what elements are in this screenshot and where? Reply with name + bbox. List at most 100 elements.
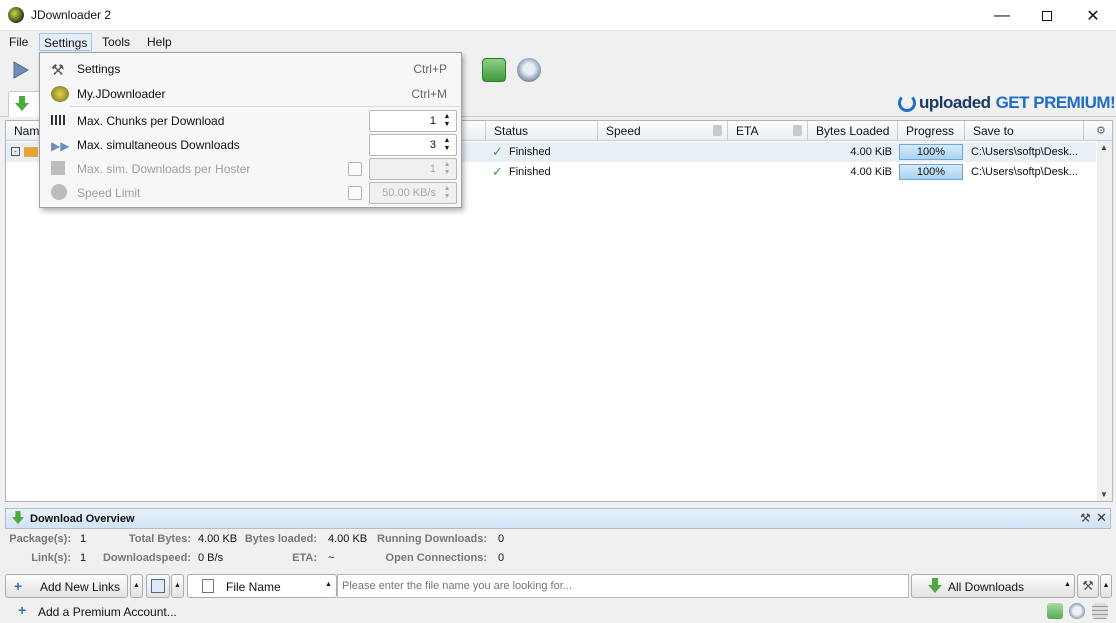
speed-limit-checkbox[interactable] [348, 186, 362, 200]
stepper-arrows-icon[interactable]: ▲ ▼ [441, 161, 453, 177]
col-speed[interactable]: Speed [598, 121, 728, 141]
maximize-button[interactable] [1024, 0, 1070, 31]
update-icon[interactable] [517, 58, 541, 82]
add-links-options-arrow[interactable]: ▲ [130, 574, 143, 598]
speed-limit-value: 50.00 KB/s [382, 187, 436, 199]
finished-check-icon: ✓ [492, 144, 503, 159]
speed-limit-icon [51, 184, 67, 200]
chunks-label: Max. Chunks per Download [77, 114, 225, 128]
uploaded-logo-icon [898, 94, 916, 112]
menu-settings[interactable]: Settings [39, 33, 93, 51]
column-settings-gear-icon[interactable]: ⚙ [1096, 124, 1106, 137]
minimize-button[interactable]: — [979, 0, 1025, 31]
stepper-arrows-icon[interactable]: ▲ ▼ [441, 113, 453, 129]
menu-item-myjdownloader[interactable]: My.JDownloader Ctrl+M [40, 82, 461, 106]
lock-icon [713, 125, 722, 136]
myjdownloader-icon [51, 86, 69, 102]
plus-icon: + [14, 578, 23, 594]
search-field-select[interactable]: File Name ▲ [187, 574, 337, 598]
open-connections-value: 0 [498, 552, 505, 564]
running-downloads-label: Running Downloads: [377, 533, 487, 545]
speed-limit-label: Speed Limit [77, 186, 141, 200]
wrench-icon[interactable]: ⚒ [1080, 511, 1091, 525]
tools-icon: ⚒ [51, 62, 65, 79]
finished-check-icon: ✓ [492, 164, 503, 179]
row-bytes: 4.00 KiB [850, 146, 892, 158]
update-status-icon[interactable] [1069, 603, 1085, 619]
status-bar: + Add a Premium Account... [0, 600, 1116, 623]
hoster-stepper[interactable]: 1 ▲ ▼ [369, 158, 457, 180]
all-downloads-select[interactable]: All Downloads ▲ [911, 574, 1075, 598]
settings-dropdown: ⚒ Settings Ctrl+P My.JDownloader Ctrl+M … [39, 52, 462, 208]
menu-item-max-per-hoster[interactable]: Max. sim. Downloads per Hoster 1 ▲ ▼ [40, 157, 461, 181]
menu-file[interactable]: File [5, 33, 32, 51]
download-arrow-icon [12, 511, 24, 525]
stepper-arrows-icon[interactable]: ▲ ▼ [441, 137, 453, 153]
hoster-limit-checkbox[interactable] [348, 162, 362, 176]
overview-body: Package(s): 1 Total Bytes: 4.00 KB Bytes… [5, 529, 1111, 569]
max-chunks-stepper[interactable]: 1 ▲ ▼ [369, 110, 457, 132]
menu-separator [70, 106, 460, 107]
table-scrollbar[interactable]: ▲ ▼ [1097, 141, 1112, 501]
row-bytes: 4.00 KiB [850, 166, 892, 178]
scroll-down-icon[interactable]: ▼ [1100, 490, 1108, 499]
packages-label: Package(s): [9, 533, 71, 545]
menu-item-sim-downloads[interactable]: ▶▶ Max. simultaneous Downloads 3 ▲ ▼ [40, 133, 461, 157]
list-icon [151, 579, 165, 593]
myjd-label: My.JDownloader [77, 87, 166, 101]
uploaded-brand: uploaded [919, 93, 991, 112]
eta-label: ETA: [292, 552, 317, 564]
row-save-to: C:\Users\softp\Desk... [971, 146, 1078, 158]
total-bytes-value: 4.00 KB [198, 533, 238, 545]
search-input[interactable] [337, 574, 909, 598]
search-field-label: File Name [226, 580, 281, 594]
packages-value: 1 [80, 533, 87, 545]
eta-value: ~ [328, 552, 335, 564]
simdl-value: 3 [429, 139, 436, 151]
menu-item-settings[interactable]: ⚒ Settings Ctrl+P [40, 57, 461, 81]
clear-list-icon[interactable] [146, 574, 170, 598]
col-progress[interactable]: Progress [898, 121, 965, 141]
menu-item-max-chunks[interactable]: Max. Chunks per Download 1 ▲ ▼ [40, 109, 461, 133]
log-status-icon[interactable] [1092, 603, 1108, 619]
reconnect-status-icon[interactable] [1047, 603, 1063, 619]
myjd-shortcut: Ctrl+M [411, 87, 447, 101]
row-save-to: C:\Users\softp\Desk... [971, 166, 1078, 178]
hoster-icon [51, 161, 65, 175]
speed-limit-stepper[interactable]: 50.00 KB/s ▲ ▼ [369, 182, 457, 204]
stepper-arrows-icon[interactable]: ▲ ▼ [441, 185, 453, 201]
download-arrow-icon [928, 578, 942, 594]
close-button[interactable]: ✕ [1070, 0, 1116, 31]
sim-downloads-stepper[interactable]: 3 ▲ ▼ [369, 134, 457, 156]
quick-settings-arrow[interactable]: ▲ [1100, 574, 1112, 598]
col-status[interactable]: Status [486, 121, 598, 141]
chunks-icon [51, 115, 65, 125]
scroll-up-icon[interactable]: ▲ [1100, 143, 1108, 152]
menu-tools[interactable]: Tools [98, 33, 134, 51]
col-save-to[interactable]: Save to [965, 121, 1084, 141]
row-progress-bar: 100% [899, 164, 963, 180]
collapse-toggle[interactable]: - [11, 147, 20, 156]
downloadspeed-value: 0 B/s [198, 552, 224, 564]
menu-item-speed-limit[interactable]: Speed Limit 50.00 KB/s ▲ ▼ [40, 181, 461, 205]
window-title: JDownloader 2 [31, 8, 112, 22]
lock-icon [793, 125, 802, 136]
bytes-loaded-value: 4.00 KB [328, 533, 368, 545]
close-panel-icon[interactable]: ✕ [1096, 510, 1107, 526]
col-bytes-loaded[interactable]: Bytes Loaded [808, 121, 898, 141]
running-downloads-value: 0 [498, 533, 505, 545]
chunks-value: 1 [429, 115, 436, 127]
overview-title: Download Overview [30, 513, 135, 525]
start-downloads-icon[interactable] [10, 60, 30, 80]
reconnect-icon[interactable] [482, 58, 506, 82]
add-new-links-button[interactable]: + Add New Links [5, 574, 128, 598]
add-new-links-label: Add New Links [40, 580, 121, 594]
row-status: Finished [509, 146, 551, 158]
col-eta[interactable]: ETA [728, 121, 808, 141]
add-premium-account-link[interactable]: Add a Premium Account... [38, 605, 177, 619]
links-value: 1 [80, 552, 87, 564]
menu-help[interactable]: Help [143, 33, 176, 51]
uploaded-premium-banner[interactable]: uploaded GET PREMIUM! [898, 91, 1116, 115]
clear-options-arrow[interactable]: ▲ [171, 574, 184, 598]
quick-settings-icon[interactable]: ⚒ [1077, 574, 1099, 598]
